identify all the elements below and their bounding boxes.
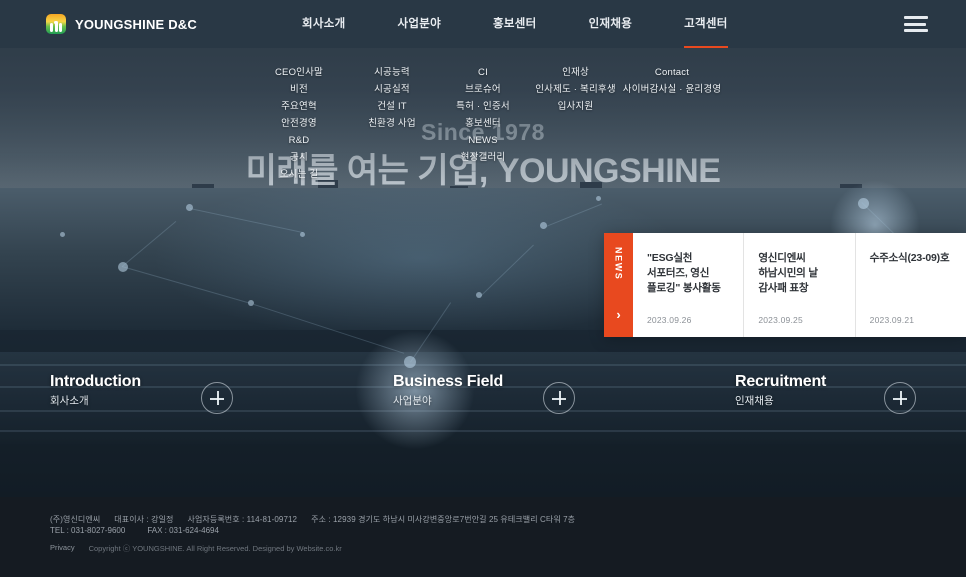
mega-item-2-2[interactable]: 시공실적: [348, 81, 436, 98]
news-title: 수주소식(23-09)호: [869, 252, 950, 264]
youngshine-logo-mark-icon: [46, 14, 66, 34]
hamburger-menu-icon[interactable]: [904, 16, 928, 32]
site-footer: (주)영신디엔씨 대표이사 : 강일정 사업자등록번호 : 114-81-097…: [0, 497, 966, 577]
nav-item-1[interactable]: 회사소개: [276, 0, 372, 48]
shortcut-title-ko: 인재채용: [735, 395, 774, 407]
nav-item-4[interactable]: 인재채용: [563, 0, 659, 48]
news-date: 2023.09.25: [758, 315, 803, 325]
site-logo[interactable]: YOUNGSHINE D&C: [46, 14, 197, 34]
news-panel: NEWS › "ESG실천 서포터즈, 영신 플로깅" 봉사활동 2023.09.…: [604, 233, 966, 337]
footer-company-info: (주)영신디엔씨 대표이사 : 강일정 사업자등록번호 : 114-81-097…: [50, 514, 575, 525]
mega-item-2-1[interactable]: 시공능력: [348, 64, 436, 81]
footer-address: 주소 : 12939 경기도 하남시 미사강변중앙로7번안길 25 유테크밸리 …: [311, 515, 576, 524]
news-title: 영신디엔씨 하남시민의 날 감사패 표창: [758, 252, 818, 294]
shortcut-title-ko: 사업분야: [393, 395, 432, 407]
shortcut-recruitment[interactable]: Recruitment 인재채용: [735, 372, 826, 409]
plus-icon[interactable]: [543, 382, 575, 414]
mega-item-1-4[interactable]: 안전경영: [255, 115, 343, 132]
mega-item-3-3[interactable]: 특허 · 인증서: [437, 98, 529, 115]
mega-item-1-5[interactable]: R&D: [255, 132, 343, 149]
mega-item-1-2[interactable]: 비전: [255, 81, 343, 98]
news-title: "ESG실천 서포터즈, 영신 플로깅" 봉사활동: [647, 252, 721, 294]
logo-text: YOUNGSHINE D&C: [75, 16, 197, 32]
chevron-right-icon[interactable]: ›: [616, 308, 620, 321]
site-header: YOUNGSHINE D&C 회사소개 사업분야 홍보센터 인재채용 고객센터: [0, 0, 966, 48]
privacy-link[interactable]: Privacy: [50, 543, 75, 554]
mega-item-3-5[interactable]: NEWS: [437, 132, 529, 149]
shortcut-title-en: Business Field: [393, 373, 504, 390]
mega-column-5: Contact 사이버감사실 · 윤리경영: [617, 48, 727, 98]
shortcut-links: Introduction 회사소개 Business Field 사업분야 Recrui…: [0, 372, 966, 428]
mega-column-3: CI 브로슈어 특허 · 인증서 홍보센터 NEWS 현장갤러리: [437, 48, 529, 166]
footer-company-name: (주)영신디엔씨: [50, 515, 101, 524]
plus-icon[interactable]: [201, 382, 233, 414]
news-item[interactable]: "ESG실천 서포터즈, 영신 플로깅" 봉사활동 2023.09.26: [633, 233, 745, 337]
mega-item-4-2[interactable]: 인사제도 · 복리후생: [528, 81, 623, 98]
mega-item-4-3[interactable]: 입사지원: [528, 98, 623, 115]
nav-item-5[interactable]: 고객센터: [658, 0, 754, 48]
mega-column-1: CEO인사말 비전 주요연혁 안전경영 R&D 공시 오시는 길: [255, 48, 343, 183]
mega-dropdown-menu: CEO인사말 비전 주요연혁 안전경영 R&D 공시 오시는 길 시공능력 시공실적 건설 IT 친…: [0, 48, 966, 188]
mega-item-1-6[interactable]: 공시: [255, 149, 343, 166]
mega-item-4-1[interactable]: 인재상: [528, 64, 623, 81]
nav-item-2[interactable]: 사업분야: [372, 0, 468, 48]
shortcut-title-ko: 회사소개: [50, 395, 89, 407]
news-date: 2023.09.26: [647, 315, 692, 325]
mega-item-5-1[interactable]: Contact: [617, 64, 727, 81]
news-tab[interactable]: NEWS ›: [604, 233, 633, 337]
mega-item-3-1[interactable]: CI: [437, 64, 529, 81]
mega-item-3-6[interactable]: 현장갤러리: [437, 149, 529, 166]
mega-column-2: 시공능력 시공실적 건설 IT 친환경 사업: [348, 48, 436, 132]
footer-tel: TEL : 031-8027-9600: [50, 526, 126, 535]
mega-item-2-4[interactable]: 친환경 사업: [348, 115, 436, 132]
shortcut-title-en: Recruitment: [735, 373, 827, 390]
mega-item-1-1[interactable]: CEO인사말: [255, 64, 343, 81]
mega-item-3-2[interactable]: 브로슈어: [437, 81, 529, 98]
footer-fax: FAX : 031-624-4694: [147, 526, 219, 535]
shortcut-introduction[interactable]: Introduction 회사소개: [50, 372, 141, 409]
news-item[interactable]: 영신디엔씨 하남시민의 날 감사패 표창 2023.09.25: [744, 233, 856, 337]
homepage: Since 1978 미래를 여는 기업, YOUNGSHINE CEO인사말비…: [0, 0, 966, 577]
mega-item-1-3[interactable]: 주요연혁: [255, 98, 343, 115]
nav-item-3[interactable]: 홍보센터: [467, 0, 563, 48]
main-navigation: 회사소개 사업분야 홍보센터 인재채용 고객센터: [276, 0, 754, 48]
footer-biz-number: 사업자등록번호 : 114-81-09712: [187, 515, 298, 524]
footer-ceo: 대표이사 : 강일정: [114, 515, 174, 524]
news-tab-label: NEWS: [613, 247, 624, 281]
shortcut-title-en: Introduction: [50, 373, 141, 390]
news-date: 2023.09.21: [869, 315, 915, 325]
mega-item-2-3[interactable]: 건설 IT: [348, 98, 436, 115]
mega-item-3-4[interactable]: 홍보센터: [437, 115, 529, 132]
news-list: "ESG실천 서포터즈, 영신 플로깅" 봉사활동 2023.09.26 영신디엔씨…: [633, 233, 966, 337]
shortcut-business-field[interactable]: Business Field 사업분야: [393, 372, 503, 409]
footer-contact: TEL : 031-8027-9600 FAX : 031-624-4694: [50, 526, 219, 535]
mega-item-5-2[interactable]: 사이버감사실 · 윤리경영: [617, 81, 727, 98]
mega-item-1-7[interactable]: 오시는 길: [255, 166, 343, 183]
plus-icon[interactable]: [884, 382, 916, 414]
news-item[interactable]: 수주소식(23-09)호 2023.09.21: [856, 233, 966, 337]
footer-legal: Privacy Copyright ⓒ YOUNGSHINE. All Righ…: [50, 543, 342, 554]
copyright-text: Copyright ⓒ YOUNGSHINE. All Right Reserv…: [88, 544, 342, 553]
mega-column-4: 인재상 인사제도 · 복리후생 입사지원: [528, 48, 623, 115]
